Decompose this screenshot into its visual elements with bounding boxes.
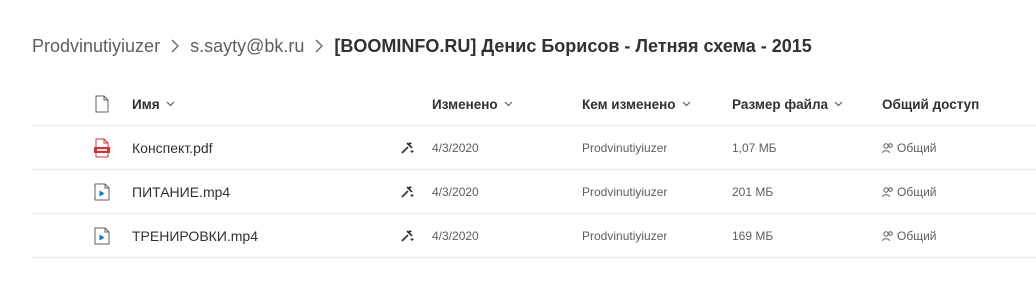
column-header-sharing-label: Общий доступ bbox=[882, 96, 980, 112]
column-header-name-label: Имя bbox=[132, 96, 160, 112]
sharing-status[interactable]: Общий bbox=[882, 185, 937, 199]
column-header-size[interactable]: Размер файла bbox=[732, 83, 843, 125]
people-icon bbox=[882, 230, 893, 241]
sharing-label: Общий bbox=[897, 228, 937, 243]
column-header-modified-label: Изменено bbox=[432, 96, 498, 112]
column-header-modified[interactable]: Изменено bbox=[432, 83, 513, 125]
file-type-column-icon[interactable] bbox=[90, 83, 114, 125]
share-action-icon[interactable] bbox=[398, 170, 416, 213]
modified-by: Prodvinutiyiuzer bbox=[582, 140, 668, 155]
people-icon bbox=[882, 186, 893, 197]
breadcrumb-item-account[interactable]: s.sayty@bk.ru bbox=[190, 36, 304, 57]
breadcrumb-chevron-icon bbox=[160, 33, 190, 59]
chevron-down-icon bbox=[166, 101, 175, 107]
table-row[interactable]: ТРЕНИРОВКИ.mp4 4/3/2020 Prodvinutiyiuzer… bbox=[32, 214, 1036, 258]
breadcrumb: Prodvinutiyiuzer s.sayty@bk.ru [BOOMINFO… bbox=[32, 33, 812, 59]
sharing-status[interactable]: Общий bbox=[882, 141, 937, 155]
file-size: 201 МБ bbox=[732, 184, 774, 199]
modified-by: Prodvinutiyiuzer bbox=[582, 184, 668, 199]
column-header-modified-by[interactable]: Кем изменено bbox=[582, 83, 691, 125]
sharing-label: Общий bbox=[897, 184, 937, 199]
column-header-name[interactable]: Имя bbox=[132, 83, 175, 125]
sharing-label: Общий bbox=[897, 140, 937, 155]
breadcrumb-item-user[interactable]: Prodvinutiyiuzer bbox=[32, 36, 160, 57]
column-header-sharing[interactable]: Общий доступ bbox=[882, 83, 979, 125]
file-name[interactable]: Конспект.pdf bbox=[132, 140, 213, 156]
modified-date: 4/3/2020 bbox=[432, 140, 479, 155]
modified-date: 4/3/2020 bbox=[432, 184, 479, 199]
chevron-down-icon bbox=[504, 101, 513, 107]
breadcrumb-chevron-icon bbox=[304, 33, 334, 59]
video-file-icon bbox=[90, 170, 114, 213]
table-row[interactable]: Конспект.pdf 4/3/2020 Prodvinutiyiuzer 1… bbox=[32, 126, 1036, 170]
column-header-size-label: Размер файла bbox=[732, 96, 829, 112]
table-row[interactable]: ПИТАНИЕ.mp4 4/3/2020 Prodvinutiyiuzer 20… bbox=[32, 170, 1036, 214]
file-name[interactable]: ПИТАНИЕ.mp4 bbox=[132, 184, 230, 200]
file-list: Имя Изменено Кем изменено Размер файла О… bbox=[32, 83, 1036, 258]
people-icon bbox=[882, 142, 893, 153]
breadcrumb-current-folder: [BOOMINFO.RU] Денис Борисов - Летняя схе… bbox=[334, 35, 812, 56]
chevron-down-icon bbox=[682, 101, 691, 107]
column-header-row: Имя Изменено Кем изменено Размер файла О… bbox=[32, 83, 1036, 126]
chevron-down-icon bbox=[834, 101, 843, 107]
modified-date: 4/3/2020 bbox=[432, 228, 479, 243]
share-action-icon[interactable] bbox=[398, 214, 416, 257]
share-action-icon[interactable] bbox=[398, 126, 416, 169]
column-header-modified-by-label: Кем изменено bbox=[582, 96, 676, 112]
pdf-file-icon bbox=[90, 126, 114, 169]
sharing-status[interactable]: Общий bbox=[882, 229, 937, 243]
file-size: 1,07 МБ bbox=[732, 140, 777, 155]
modified-by: Prodvinutiyiuzer bbox=[582, 228, 668, 243]
file-name[interactable]: ТРЕНИРОВКИ.mp4 bbox=[132, 228, 258, 244]
file-size: 169 МБ bbox=[732, 228, 774, 243]
video-file-icon bbox=[90, 214, 114, 257]
